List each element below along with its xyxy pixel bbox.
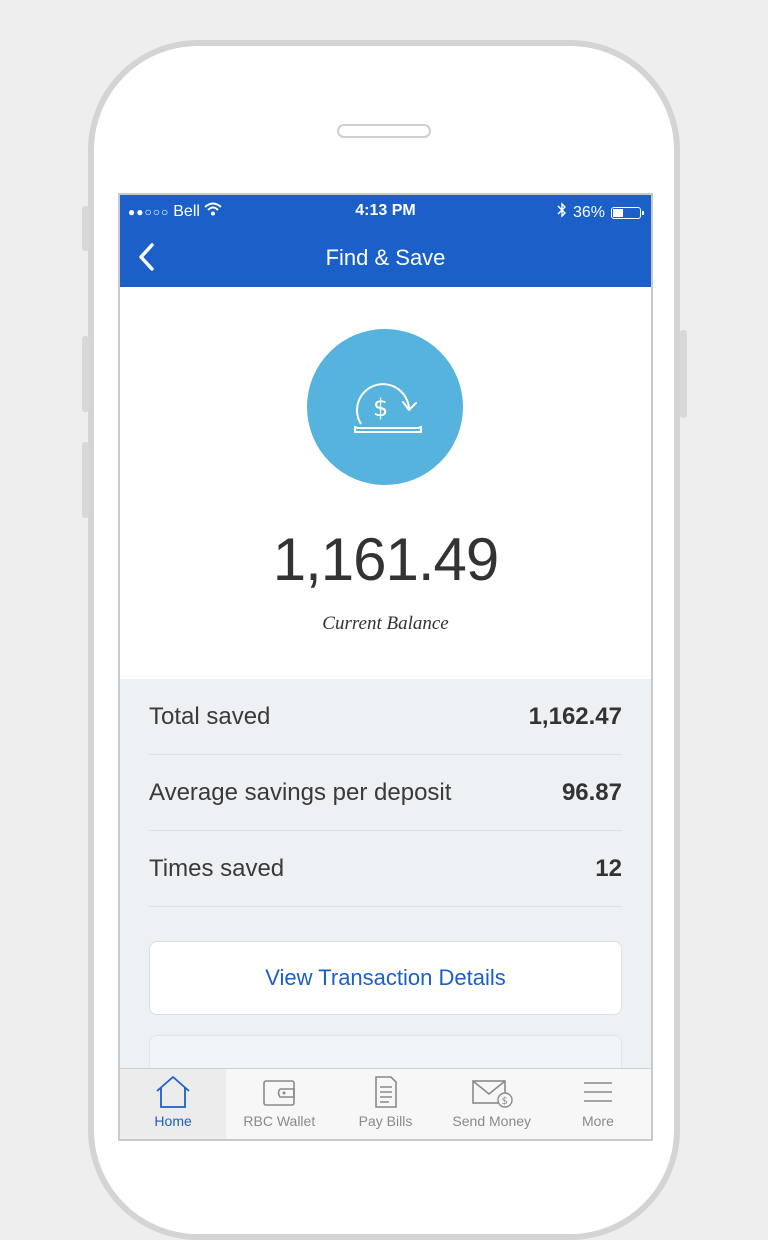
- hero-curve: [120, 631, 651, 676]
- bill-icon: [374, 1076, 397, 1108]
- stat-value: 12: [595, 854, 622, 882]
- tab-label: Pay Bills: [358, 1113, 413, 1129]
- stat-label: Times saved: [149, 854, 285, 882]
- stat-value: 1,162.47: [528, 702, 622, 730]
- power-button: [680, 330, 687, 418]
- home-icon: [156, 1076, 190, 1108]
- tab-rbc-wallet[interactable]: RBC Wallet: [226, 1069, 332, 1139]
- mute-switch: [82, 206, 89, 251]
- menu-icon: [583, 1082, 612, 1102]
- page-title: Find & Save: [325, 245, 446, 270]
- tab-more[interactable]: More: [545, 1069, 651, 1139]
- battery-fill: [613, 208, 624, 217]
- status-bar: ●●○○○ Bell 4:13 PM 36%: [120, 195, 651, 227]
- bluetooth-icon: [557, 202, 567, 223]
- app-screen: ●●○○○ Bell 4:13 PM 36% Find & Save $ 1,1…: [118, 193, 653, 1141]
- current-balance-amount: 1,161.49: [272, 526, 500, 593]
- stat-label: Average savings per deposit: [149, 778, 452, 806]
- balance-hero: $ 1,161.49 Current Balance: [120, 287, 651, 687]
- savings-dollar-icon: $: [307, 329, 463, 485]
- tab-send-money[interactable]: $ Send Money: [439, 1069, 545, 1139]
- wallet-icon: [263, 1080, 296, 1106]
- svg-text:$: $: [501, 1096, 507, 1107]
- send-money-icon: $: [471, 1080, 513, 1108]
- navigation-bar: Find & Save: [120, 227, 651, 287]
- battery-icon: [611, 206, 644, 219]
- volume-down-button: [82, 442, 89, 518]
- tab-label: More: [581, 1113, 614, 1129]
- stat-list: Total saved 1,162.47 Average savings per…: [149, 679, 622, 907]
- tab-home[interactable]: Home: [120, 1069, 227, 1139]
- status-right: 36%: [557, 202, 644, 223]
- tab-label: RBC Wallet: [243, 1113, 316, 1129]
- earpiece-speaker: [337, 124, 431, 138]
- battery-percent: 36%: [572, 203, 605, 221]
- view-transaction-details-button[interactable]: View Transaction Details: [149, 941, 622, 1015]
- stat-value: 96.87: [561, 778, 622, 806]
- stat-label: Total saved: [149, 702, 271, 730]
- tab-label: Home: [154, 1113, 192, 1129]
- svg-text:$: $: [373, 394, 388, 422]
- stat-row-times-saved: Times saved 12: [149, 831, 622, 907]
- tab-label: Send Money: [452, 1113, 532, 1129]
- tab-bar: Home RBC Wallet Pay Bills $ Send Money M…: [120, 1068, 651, 1139]
- stat-row-average-savings: Average savings per deposit 96.87: [149, 755, 622, 831]
- tab-pay-bills[interactable]: Pay Bills: [332, 1069, 438, 1139]
- volume-up-button: [82, 336, 89, 412]
